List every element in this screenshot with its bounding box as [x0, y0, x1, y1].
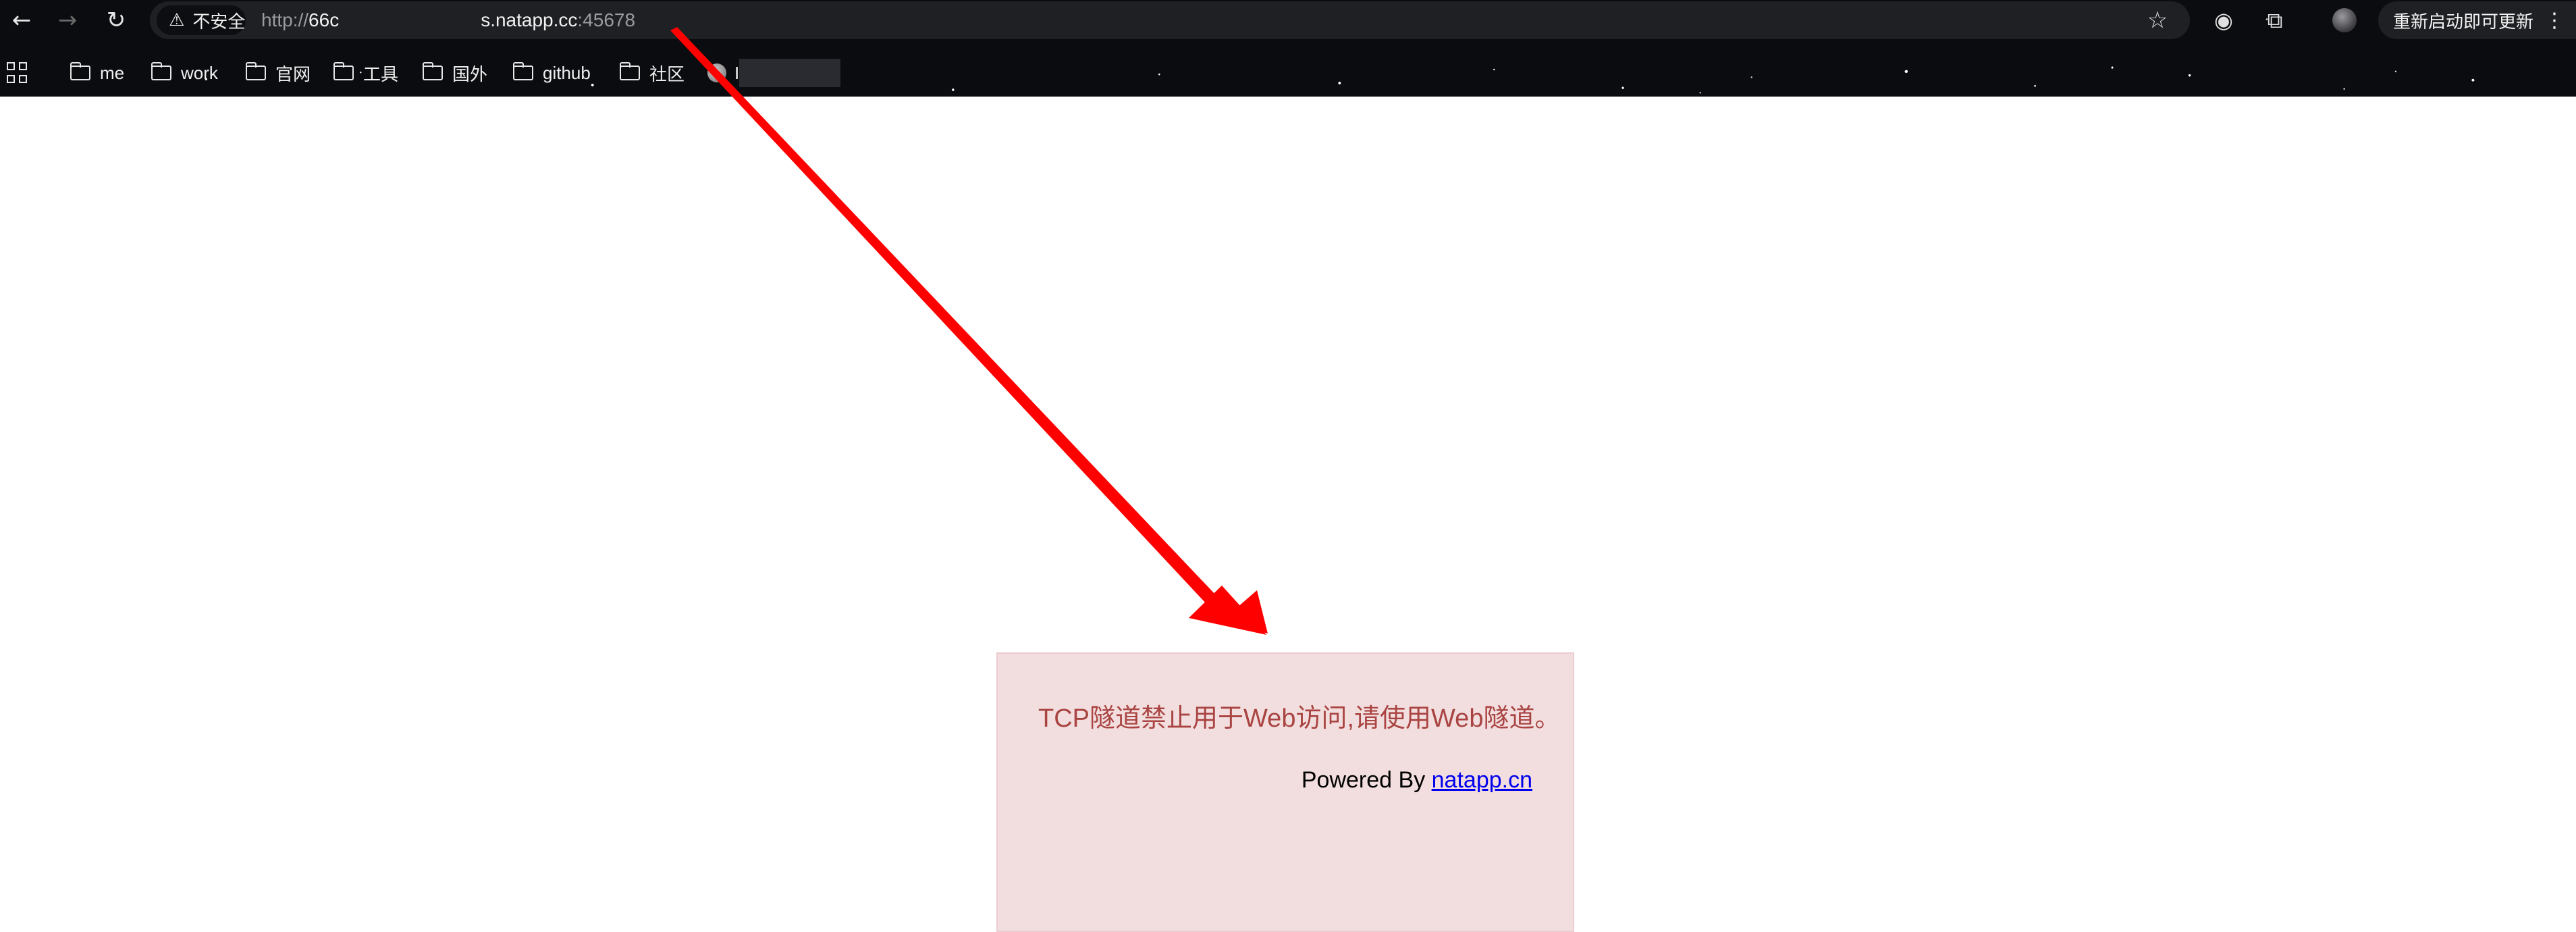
natapp-link[interactable]: natapp.cn — [1432, 767, 1532, 793]
tcp-tunnel-notice: TCP隧道禁止用于Web访问,请使用Web隧道。 Powered By nata… — [996, 652, 1574, 932]
bookmark-label: work — [181, 62, 218, 83]
url-host-start: 66c — [308, 9, 340, 30]
folder-icon — [70, 62, 90, 80]
page-content: TCP隧道禁止用于Web访问,请使用Web隧道。 Powered By nata… — [0, 97, 2576, 932]
url-host-end: s.natapp.cc — [481, 9, 578, 30]
folder-icon — [151, 62, 171, 80]
site-favicon-icon — [707, 63, 726, 82]
update-label: 重新启动即可更新 — [2393, 11, 2534, 32]
forward-icon[interactable]: → — [51, 4, 84, 36]
notice-message: TCP隧道禁止用于Web访问,请使用Web隧道。 — [1038, 704, 1561, 733]
security-label: 不安全 — [192, 11, 246, 32]
puzzle-icon[interactable]: ⧉ — [2259, 4, 2291, 36]
back-icon[interactable]: ← — [5, 4, 38, 36]
bookmark-folder-community[interactable]: 社区 — [619, 59, 685, 86]
apps-grid-icon[interactable] — [7, 62, 28, 84]
bookmark-site[interactable]: I — [707, 59, 841, 87]
bookmark-label: 工具 — [363, 63, 399, 84]
address-bar[interactable]: ⚠ 不安全 http://66c s.natapp.cc:45678 ☆ — [150, 1, 2190, 39]
security-chip[interactable]: ⚠ 不安全 — [157, 5, 246, 35]
update-button[interactable]: 重新启动即可更新 ⋮ — [2378, 1, 2576, 39]
bookmark-label: 官网 — [275, 63, 311, 84]
bookmark-redacted — [739, 59, 841, 87]
folder-icon — [619, 62, 640, 80]
bookmark-folder-github[interactable]: github — [512, 59, 591, 86]
bookmark-folder-me[interactable]: me — [70, 59, 124, 86]
url-scheme: http:// — [261, 9, 309, 30]
browser-chrome: ← → ↻ ⚠ 不安全 http://66c s.natapp.cc:45678 … — [0, 0, 2576, 97]
url-redacted — [339, 12, 481, 28]
folder-icon — [512, 62, 533, 80]
extension-icon[interactable]: ◉ — [2207, 4, 2240, 36]
profile-avatar[interactable] — [2332, 8, 2357, 32]
folder-icon — [422, 62, 443, 80]
warning-icon: ⚠ — [169, 10, 185, 30]
bookmark-star-icon[interactable]: ☆ — [2141, 4, 2174, 36]
bookmark-folder-foreign[interactable]: 国外 — [422, 59, 488, 86]
url-text[interactable]: http://66c s.natapp.cc:45678 — [261, 8, 635, 32]
bookmark-folder-tools[interactable]: 工具 — [333, 59, 398, 86]
folder-icon — [333, 62, 354, 80]
bookmarks-bar: me work 官网 工具 国外 github 社区 I — [0, 57, 2576, 89]
bookmark-folder-work[interactable]: work — [151, 59, 218, 86]
reload-icon[interactable]: ↻ — [100, 4, 132, 36]
bookmark-label: 社区 — [649, 63, 685, 84]
powered-by-prefix: Powered By — [1301, 767, 1432, 793]
browser-toolbar: ← → ↻ ⚠ 不安全 http://66c s.natapp.cc:45678 … — [0, 0, 2576, 41]
powered-by: Powered By natapp.cn — [1302, 767, 1532, 794]
bookmark-label: github — [543, 62, 591, 83]
folder-icon — [245, 62, 266, 80]
bookmark-label: 国外 — [452, 63, 488, 84]
bookmark-folder-official[interactable]: 官网 — [245, 59, 311, 86]
url-port: :45678 — [577, 9, 636, 30]
bookmark-label: me — [100, 62, 125, 83]
bookmark-label: I — [734, 62, 740, 83]
more-menu-icon[interactable]: ⋮ — [2544, 9, 2565, 32]
